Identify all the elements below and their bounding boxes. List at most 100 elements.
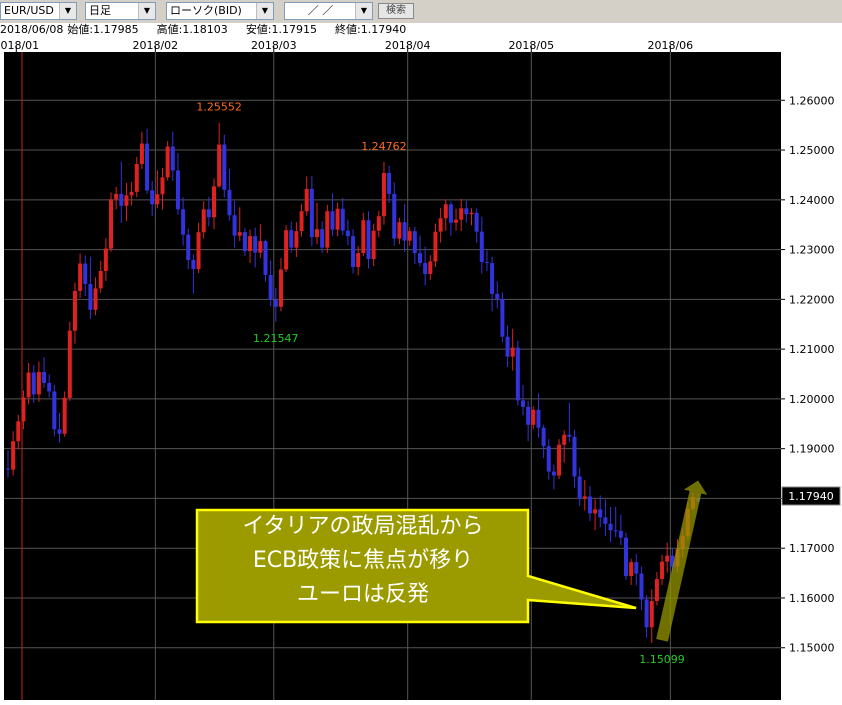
info-date: 2018/06/08	[0, 23, 64, 36]
candle	[515, 340, 520, 406]
candle-body	[47, 382, 52, 392]
candle-body	[16, 421, 21, 442]
y-tick-label: 1.16000	[789, 592, 835, 605]
candle-body	[309, 188, 314, 238]
chevron-down-icon[interactable]: ▼	[256, 3, 273, 19]
candle-body	[186, 234, 191, 261]
candle	[67, 321, 72, 401]
candle-body	[134, 163, 139, 192]
candle-body	[139, 143, 144, 164]
trough-label: 1.21547	[253, 332, 299, 345]
candle-body	[253, 236, 258, 253]
candle-body	[294, 231, 299, 248]
candle-body	[484, 262, 489, 264]
candle	[52, 384, 57, 437]
candle-body	[284, 230, 289, 270]
y-tick-label: 1.26000	[789, 94, 835, 107]
x-tick-label: 2018/03	[251, 39, 297, 52]
candle-body	[459, 208, 464, 220]
candle-body	[515, 347, 520, 401]
candle-body	[98, 270, 103, 289]
candle-body	[608, 523, 613, 531]
candle-body	[361, 220, 366, 254]
toolbar: EUR/USD ▼ 日足 ▼ ローソク(BID) ▼ ／ ／ ▼ 検索	[0, 0, 842, 23]
candle-body	[469, 212, 474, 215]
candle-body	[232, 215, 237, 236]
candle-body	[299, 211, 304, 232]
x-tick-label: 2018/02	[132, 39, 178, 52]
search-button[interactable]: 検索	[378, 3, 414, 19]
info-open: 始値:1.17985	[67, 23, 139, 36]
date-input[interactable]: ／ ／ ▼	[284, 2, 373, 20]
candle-body	[526, 406, 531, 425]
y-tick-label: 1.23000	[789, 244, 835, 257]
candle-body	[618, 530, 623, 538]
candle-body	[320, 229, 325, 248]
candle-body	[242, 232, 247, 252]
info-close: 終値:1.17940	[335, 23, 407, 36]
y-tick-label: 1.21000	[789, 343, 835, 356]
candle-body	[454, 219, 459, 223]
candle-body	[52, 391, 57, 430]
candle-body	[57, 429, 62, 434]
chevron-down-icon[interactable]: ▼	[59, 3, 76, 19]
candle-body	[129, 191, 134, 196]
candle-body	[490, 263, 495, 294]
candle-body	[536, 409, 541, 428]
candle-body	[593, 509, 598, 514]
y-tick-label: 1.22000	[789, 293, 835, 306]
candle-body	[21, 397, 26, 422]
candle-body	[376, 216, 381, 231]
candle-body	[206, 209, 211, 218]
candle-body	[196, 232, 201, 269]
chevron-down-icon[interactable]: ▼	[138, 3, 155, 19]
candle-body	[428, 261, 433, 274]
candle-body	[26, 372, 31, 398]
candle-body	[227, 189, 232, 216]
candle-body	[191, 260, 196, 269]
candle-body	[438, 218, 443, 232]
candle-body	[402, 222, 407, 241]
candle-body	[381, 172, 386, 217]
candle-body	[114, 193, 119, 200]
candle-body	[387, 172, 392, 194]
candle-body	[237, 232, 242, 236]
candle-body	[577, 476, 582, 499]
period-select[interactable]: 日足 ▼	[85, 2, 156, 20]
candle-body	[505, 336, 510, 357]
candle-body	[145, 143, 150, 191]
candle-body	[160, 177, 165, 195]
candle-body	[654, 579, 659, 601]
candle-body	[603, 517, 608, 524]
chevron-down-icon[interactable]: ▼	[355, 3, 372, 19]
x-tick-label: 2018/06	[647, 39, 693, 52]
candle-body	[495, 293, 500, 299]
candle-body	[613, 530, 618, 532]
candle	[284, 225, 289, 272]
candle-body	[660, 561, 665, 580]
candle-body	[351, 236, 356, 268]
currency-pair-select[interactable]: EUR/USD ▼	[0, 2, 77, 20]
candle-body	[551, 471, 556, 476]
candle-body	[521, 400, 525, 407]
candle-body	[567, 434, 572, 437]
chart-kind-select[interactable]: ローソク(BID) ▼	[166, 2, 274, 20]
candle-body	[649, 600, 654, 628]
candle-body	[371, 230, 376, 260]
chart-kind-label: ローソク(BID)	[170, 4, 242, 17]
candle-body	[83, 263, 88, 284]
candle-body	[248, 236, 253, 252]
candle	[557, 439, 562, 480]
candle-body	[155, 194, 160, 205]
candle-body	[93, 288, 98, 310]
candle	[165, 141, 170, 181]
candle-body	[546, 446, 551, 472]
candle-body	[366, 220, 371, 260]
candle-body	[88, 283, 93, 310]
candle-body	[222, 144, 227, 190]
candle-body	[165, 146, 170, 178]
candle-body	[582, 496, 587, 499]
candle-body	[624, 537, 628, 577]
x-tick-label: 2018/04	[385, 39, 431, 52]
candle-body	[181, 209, 186, 235]
